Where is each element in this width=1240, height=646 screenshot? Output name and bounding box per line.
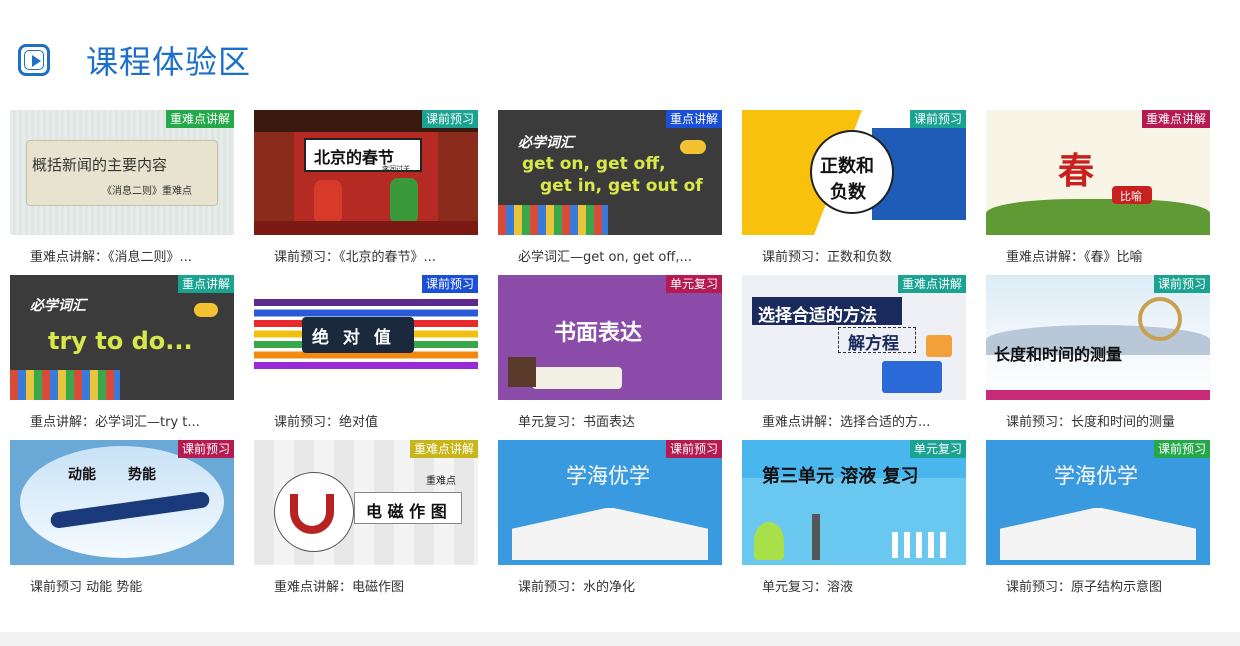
course-thumbnail: 书面表达 单元复习 — [498, 275, 722, 400]
badge: 单元复习 — [665, 275, 722, 293]
course-caption[interactable]: 重难点讲解：《春》比喻 — [1006, 246, 1206, 265]
course-caption[interactable]: 课前预习：绝对值 — [274, 411, 474, 430]
thumb-subtitle: 李润过关 — [382, 165, 410, 173]
course-thumbnail: 选择合适的方法 解方程 重难点讲解 — [742, 275, 966, 400]
thumb-subtitle: 《消息二则》重难点 — [102, 186, 192, 197]
thumb-title: 书面表达 — [554, 321, 643, 346]
course-card[interactable]: 书面表达 单元复习 单元复习：书面表达 — [498, 275, 722, 435]
course-card[interactable]: 必学词汇 try to do... 重点讲解 重点讲解：必学词汇—try t..… — [10, 275, 234, 435]
course-caption[interactable]: 课前预习：原子结构示意图 — [1006, 576, 1206, 595]
course-caption[interactable]: 必学词汇—get on, get off,... — [518, 246, 718, 265]
badge: 课前预习 — [421, 110, 478, 128]
thumb-title: 长度和时间的测量 — [994, 345, 1123, 364]
thumb-title: 春 — [1058, 151, 1095, 192]
thumb-title: 第三单元 溶液 复习 — [762, 466, 919, 487]
course-caption[interactable]: 重点讲解：必学词汇—try t... — [30, 411, 230, 430]
course-card[interactable]: 动能 势能 课前预习 课前预习 动能 势能 — [10, 440, 234, 600]
thumb-title: 必学词汇 — [518, 135, 574, 151]
thumb-subtitle: 重难点 — [426, 476, 456, 487]
course-caption[interactable]: 重难点讲解：选择合适的方... — [762, 411, 962, 430]
badge: 课前预习 — [1153, 440, 1210, 458]
badge: 课前预习 — [1153, 275, 1210, 293]
thumb-title: 电 磁 作 图 — [366, 502, 447, 521]
thumb-subtitle-2: get in, get out of — [540, 176, 703, 196]
course-thumbnail: 长度和时间的测量 课前预习 — [986, 275, 1210, 400]
course-card[interactable]: 春 比喻 重难点讲解 重难点讲解：《春》比喻 — [986, 110, 1210, 270]
course-thumbnail: 必学词汇 get on, get off, get in, get out of… — [498, 110, 722, 235]
badge: 重难点讲解 — [1141, 110, 1210, 128]
thumb-title: 必学词汇 — [30, 298, 86, 314]
thumb-subtitle: 解方程 — [848, 334, 899, 354]
thumb-title: 正数和 — [820, 156, 874, 177]
course-card[interactable]: 选择合适的方法 解方程 重难点讲解 重难点讲解：选择合适的方... — [742, 275, 966, 435]
course-card[interactable]: 概括新闻的主要内容 《消息二则》重难点 重难点讲解 重难点讲解：《消息二则》..… — [10, 110, 234, 270]
section-title: 课程体验区 — [86, 43, 252, 81]
course-thumbnail: 春 比喻 重难点讲解 — [986, 110, 1210, 235]
course-card[interactable]: 北京的春节 李润过关 课前预习 课前预习：《北京的春节》... — [254, 110, 478, 270]
course-thumbnail: 电 磁 作 图 重难点 重难点讲解 — [254, 440, 478, 565]
thumb-title: 学海优学 — [1054, 464, 1138, 488]
thumb-title: 概括新闻的主要内容 — [32, 156, 168, 174]
course-thumbnail: 必学词汇 try to do... 重点讲解 — [10, 275, 234, 400]
course-caption[interactable]: 课前预习：《北京的春节》... — [274, 246, 474, 265]
thumb-title: 动能 — [68, 467, 96, 483]
course-card[interactable]: 正数和 负数 课前预习 课前预习：正数和负数 — [742, 110, 966, 270]
course-thumbnail: 绝 对 值 课前预习 — [254, 275, 478, 400]
thumb-title: 选择合适的方法 — [758, 306, 877, 326]
thumb-title: 学海优学 — [566, 464, 650, 488]
course-thumbnail: 第三单元 溶液 复习 单元复习 — [742, 440, 966, 565]
course-caption[interactable]: 课前预习：正数和负数 — [762, 246, 962, 265]
course-caption[interactable]: 重难点讲解：《消息二则》... — [30, 246, 230, 265]
badge: 重点讲解 — [177, 275, 234, 293]
thumb-subtitle: 比喻 — [1120, 190, 1142, 203]
course-thumbnail: 概括新闻的主要内容 《消息二则》重难点 重难点讲解 — [10, 110, 234, 235]
thumb-title: 绝 对 值 — [312, 328, 395, 348]
badge: 课前预习 — [665, 440, 722, 458]
course-caption[interactable]: 单元复习：书面表达 — [518, 411, 718, 430]
thumb-subtitle: 势能 — [128, 467, 156, 483]
badge: 重难点讲解 — [897, 275, 966, 293]
course-thumbnail: 动能 势能 课前预习 — [10, 440, 234, 565]
course-card[interactable]: 长度和时间的测量 课前预习 课前预习：长度和时间的测量 — [986, 275, 1210, 435]
course-card[interactable]: 绝 对 值 课前预习 课前预习：绝对值 — [254, 275, 478, 435]
play-video-icon — [18, 44, 50, 76]
badge: 重难点讲解 — [409, 440, 478, 458]
course-caption[interactable]: 课前预习：水的净化 — [518, 576, 718, 595]
footer-bar — [0, 632, 1240, 646]
course-card[interactable]: 学海优学 课前预习 课前预习：水的净化 — [498, 440, 722, 600]
course-caption[interactable]: 单元复习：溶液 — [762, 576, 962, 595]
course-thumbnail: 北京的春节 李润过关 课前预习 — [254, 110, 478, 235]
course-caption[interactable]: 重难点讲解：电磁作图 — [274, 576, 474, 595]
badge: 课前预习 — [909, 110, 966, 128]
thumb-subtitle: try to do... — [48, 327, 193, 355]
badge: 课前预习 — [421, 275, 478, 293]
course-experience-page: 课程体验区 概括新闻的主要内容 《消息二则》重难点 重难点讲解 重难点讲解：《消… — [0, 0, 1240, 646]
thumb-subtitle: 负数 — [830, 182, 866, 203]
badge: 重难点讲解 — [165, 110, 234, 128]
course-card[interactable]: 学海优学 课前预习 课前预习：原子结构示意图 — [986, 440, 1210, 600]
badge: 单元复习 — [909, 440, 966, 458]
course-thumbnail: 学海优学 课前预习 — [986, 440, 1210, 565]
course-card[interactable]: 电 磁 作 图 重难点 重难点讲解 重难点讲解：电磁作图 — [254, 440, 478, 600]
course-thumbnail: 正数和 负数 课前预习 — [742, 110, 966, 235]
course-card[interactable]: 必学词汇 get on, get off, get in, get out of… — [498, 110, 722, 270]
course-caption[interactable]: 课前预习 动能 势能 — [30, 576, 230, 595]
section-header: 课程体验区 — [18, 40, 252, 81]
course-thumbnail: 学海优学 课前预习 — [498, 440, 722, 565]
course-card[interactable]: 第三单元 溶液 复习 单元复习 单元复习：溶液 — [742, 440, 966, 600]
course-caption[interactable]: 课前预习：长度和时间的测量 — [1006, 411, 1206, 430]
badge: 课前预习 — [177, 440, 234, 458]
thumb-subtitle: get on, get off, — [522, 154, 666, 174]
badge: 重点讲解 — [665, 110, 722, 128]
